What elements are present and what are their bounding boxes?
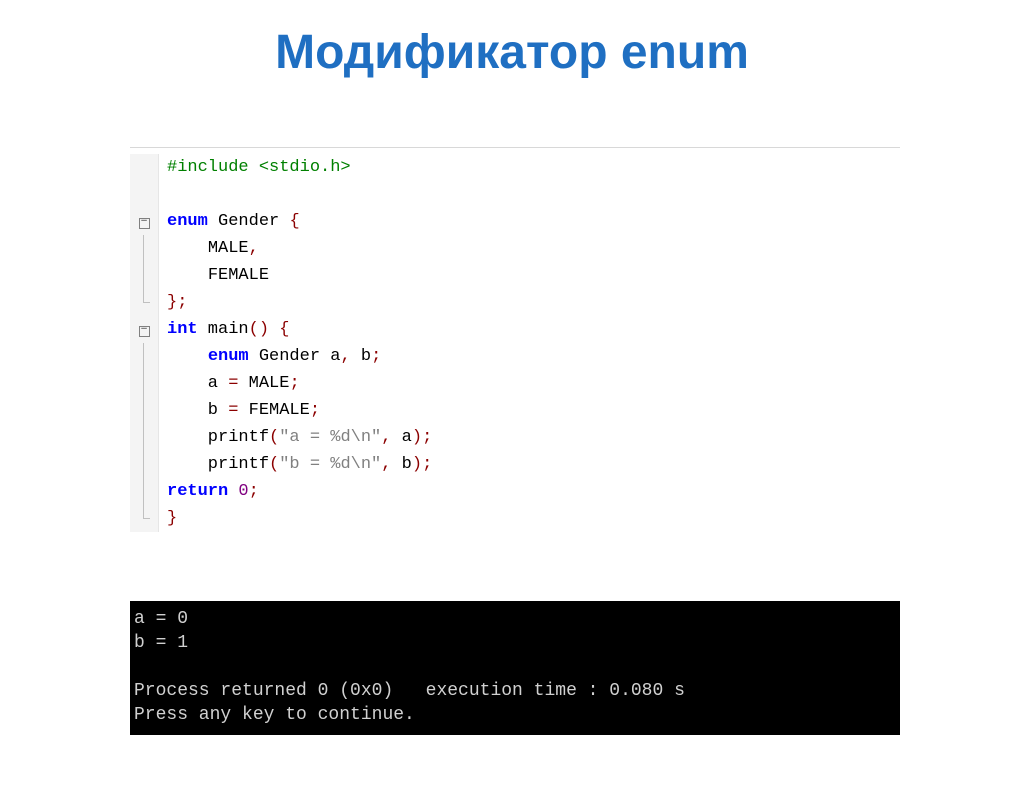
- console-output: a = 0 b = 1 Process returned 0 (0x0) exe…: [130, 601, 900, 735]
- console-line: Process returned 0 (0x0) execution time …: [134, 679, 896, 703]
- code-editor: #include <stdio.h> − enum Gender { MALE,…: [130, 147, 900, 532]
- code-line: printf("a = %d\n", a);: [130, 424, 900, 451]
- code-line: b = FEMALE;: [130, 397, 900, 424]
- code-line: − int main() {: [130, 316, 900, 343]
- code-line: };: [130, 289, 900, 316]
- console-line: [134, 655, 896, 679]
- fold-minus-icon[interactable]: −: [139, 218, 150, 229]
- console-line: Press any key to continue.: [134, 703, 896, 727]
- page-title: Модификатор enum: [0, 25, 1024, 80]
- fold-minus-icon[interactable]: −: [139, 326, 150, 337]
- code-line: printf("b = %d\n", b);: [130, 451, 900, 478]
- code-line: enum Gender a, b;: [130, 343, 900, 370]
- console-line: b = 1: [134, 631, 896, 655]
- code-line: FEMALE: [130, 262, 900, 289]
- code-line: − enum Gender {: [130, 208, 900, 235]
- code-line: return 0;: [130, 478, 900, 505]
- console-line: a = 0: [134, 607, 896, 631]
- code-line: #include <stdio.h>: [130, 154, 900, 181]
- code-line: }: [130, 505, 900, 532]
- code-line: [130, 181, 900, 208]
- code-line: MALE,: [130, 235, 900, 262]
- code-line: a = MALE;: [130, 370, 900, 397]
